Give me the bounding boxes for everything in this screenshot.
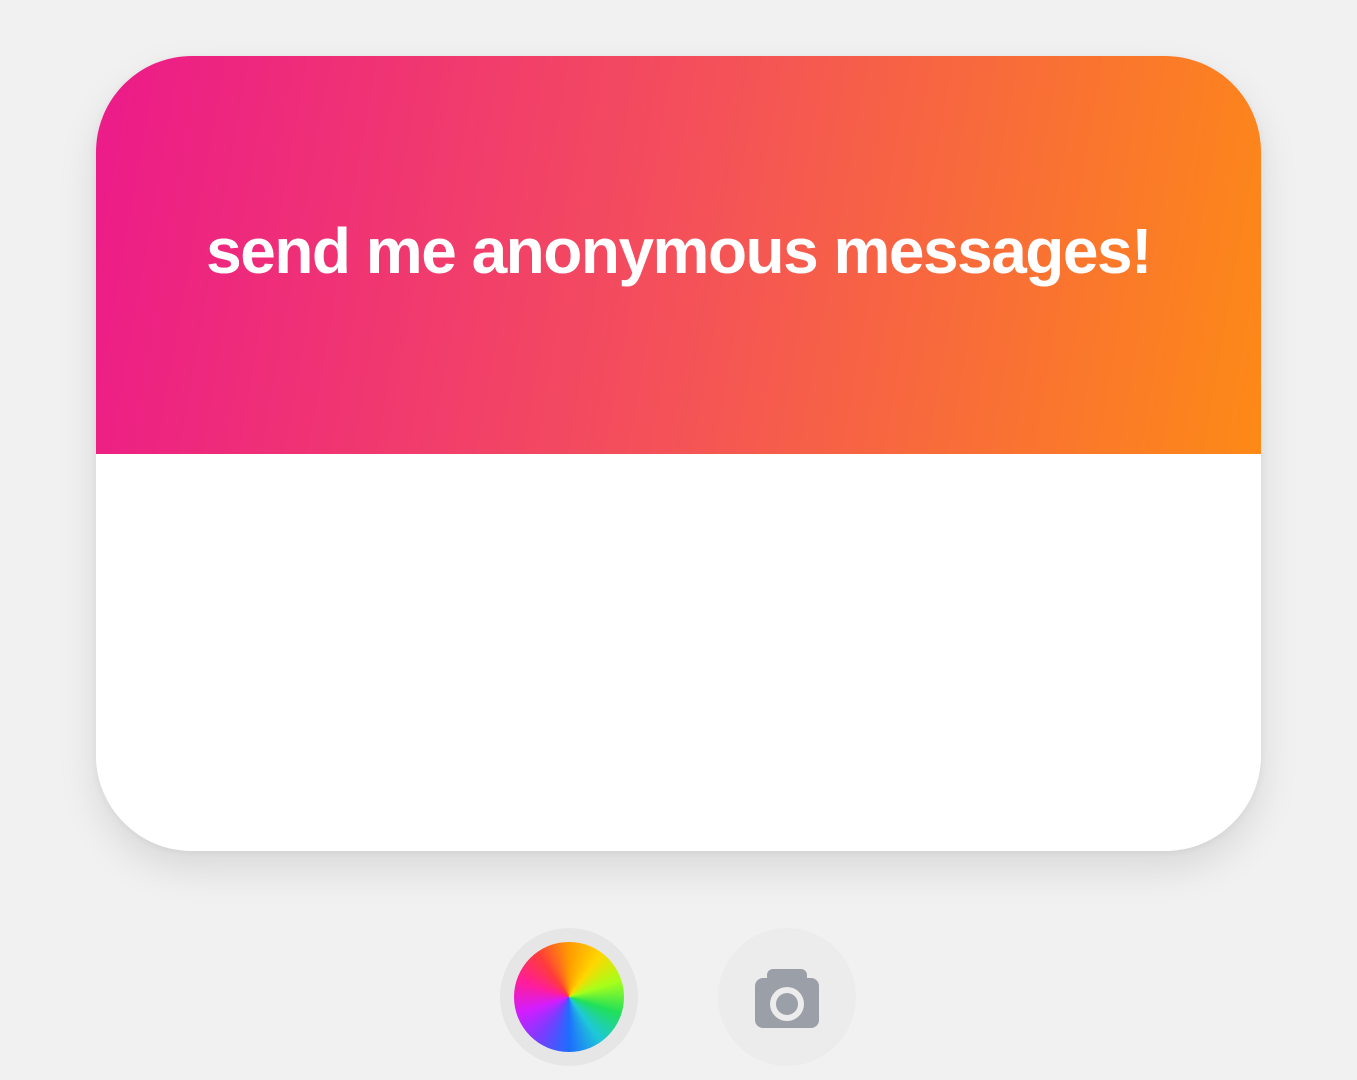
color-wheel-icon — [514, 942, 624, 1052]
camera-icon — [755, 969, 819, 1028]
prompt-card: send me anonymous messages! — [96, 56, 1261, 851]
camera-button[interactable] — [718, 928, 856, 1066]
card-header: send me anonymous messages! — [96, 56, 1261, 454]
color-picker-button[interactable] — [500, 928, 638, 1066]
card-title: send me anonymous messages! — [206, 215, 1152, 287]
app-stage: send me anonymous messages! — [0, 0, 1357, 1080]
card-controls — [0, 928, 1357, 1068]
message-input-area[interactable] — [96, 454, 1261, 851]
